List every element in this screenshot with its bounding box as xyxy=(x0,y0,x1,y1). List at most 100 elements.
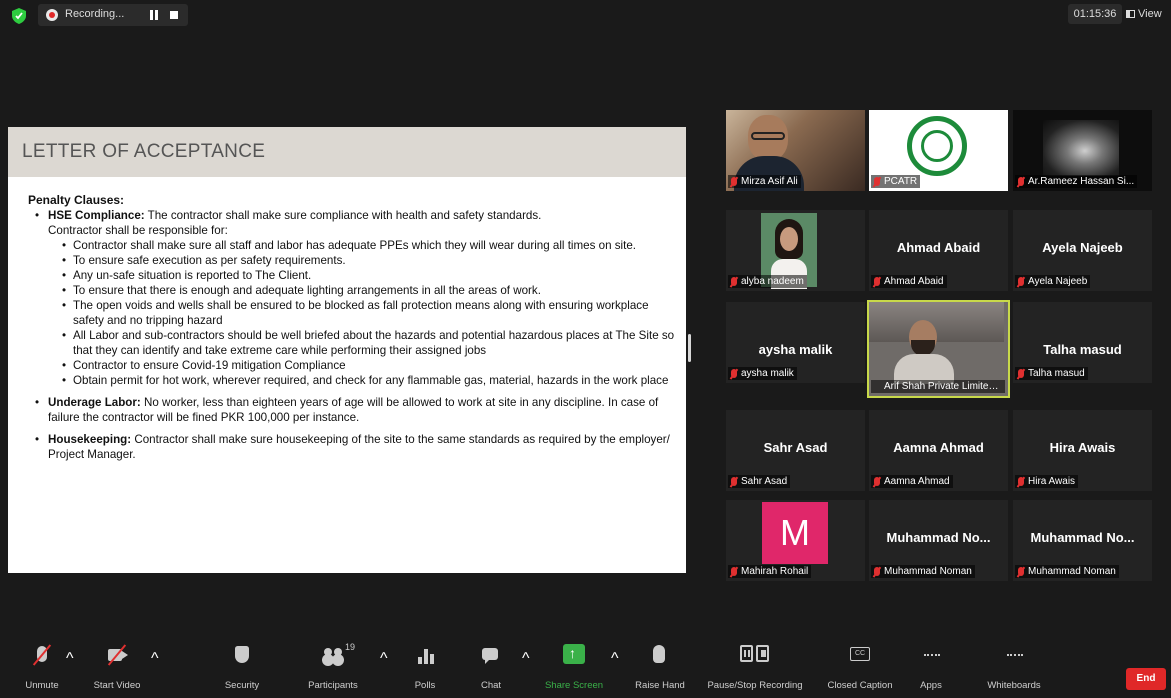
list-item: • All Labor and sub-contractors should be… xyxy=(62,329,675,357)
view-button[interactable]: View xyxy=(1126,4,1162,24)
mic-muted-icon xyxy=(731,177,737,186)
share-options-chevron-icon[interactable]: ^ xyxy=(611,650,619,668)
whiteboard-icon xyxy=(1007,654,1023,659)
stop-recording-icon[interactable] xyxy=(170,11,178,19)
slide-title: LETTER OF ACCEPTANCE xyxy=(22,141,266,162)
participant-tile[interactable]: Talha masud Talha masud xyxy=(1013,302,1152,383)
recording-indicator: Recording... xyxy=(38,4,188,26)
participant-name-label: Mahirah Rohail xyxy=(728,565,812,578)
list-item: • Obtain permit for hot work, wherever re… xyxy=(62,374,669,387)
participant-display-name: Muhammad No... xyxy=(886,530,991,545)
participant-tile[interactable]: Aamna Ahmad Aamna Ahmad xyxy=(869,410,1008,491)
view-label: View xyxy=(1138,8,1162,20)
list-item: • Contractor shall make sure all staff an… xyxy=(62,239,637,252)
participant-tile[interactable]: Ayela Najeeb Ayela Najeeb xyxy=(1013,210,1152,291)
pcatr-logo-icon xyxy=(907,116,967,176)
slide-body: Penalty Clauses: • HSE Compliance: The c… xyxy=(28,193,678,462)
mic-muted-icon xyxy=(874,177,880,186)
end-meeting-button[interactable]: End xyxy=(1126,668,1166,690)
mic-muted-icon xyxy=(1018,567,1024,576)
security-button[interactable]: Security xyxy=(220,644,264,691)
participant-display-name: Aamna Ahmad xyxy=(893,440,984,455)
participants-button[interactable]: 19 Participants xyxy=(302,642,364,691)
participant-display-name: Ayela Najeeb xyxy=(1042,240,1123,255)
pause-stop-recording-icon xyxy=(740,645,770,663)
participants-icon xyxy=(324,648,342,662)
meeting-toolbar: Unmute ^ Start Video ^ Security 19 Parti… xyxy=(0,634,1171,698)
participant-name-label: Hira Awais xyxy=(1015,475,1079,488)
participant-tile[interactable]: M Mahirah Rohail xyxy=(726,500,865,581)
participant-display-name: Ahmad Abaid xyxy=(896,240,981,255)
split-view-divider[interactable] xyxy=(688,334,691,362)
mic-muted-icon xyxy=(874,477,880,486)
clause-title: Underage Labor: xyxy=(48,396,141,409)
mic-muted-icon xyxy=(1018,369,1024,378)
clause-underage: • Underage Labor: No worker, less than e… xyxy=(35,396,659,424)
pause-recording-icon[interactable] xyxy=(150,10,160,20)
polls-button[interactable]: Polls xyxy=(408,644,442,691)
unmute-button[interactable]: Unmute xyxy=(22,644,62,691)
participant-name-label: Arif Shah Private Limited... xyxy=(871,380,1005,393)
mic-muted-icon xyxy=(874,277,880,286)
pause-stop-recording-button[interactable]: Pause/Stop Recording xyxy=(704,644,806,691)
video-options-chevron-icon[interactable]: ^ xyxy=(151,650,159,668)
participant-tile[interactable]: Hira Awais Hira Awais xyxy=(1013,410,1152,491)
participant-display-name: Hira Awais xyxy=(1049,440,1116,455)
participant-display-name: aysha malik xyxy=(758,342,833,357)
participant-name-label: Ahmad Abaid xyxy=(871,275,947,288)
participant-tile[interactable]: Muhammad No... Muhammad Noman xyxy=(869,500,1008,581)
apps-icon xyxy=(924,654,940,659)
participant-tile[interactable]: Mirza Asif Ali xyxy=(726,110,865,191)
mic-muted-icon xyxy=(731,369,737,378)
participant-name-label: Ayela Najeeb xyxy=(1015,275,1091,288)
list-item: • To ensure safe execution as per safety … xyxy=(62,254,346,267)
participant-avatar: M xyxy=(762,502,828,564)
view-layout-icon xyxy=(1126,10,1135,18)
participant-tile[interactable]: Muhammad No... Muhammad Noman xyxy=(1013,500,1152,581)
participant-name-label: Sahr Asad xyxy=(728,475,791,488)
share-screen-button[interactable]: Share Screen xyxy=(544,644,604,691)
participant-name-label: aysha malik xyxy=(728,367,797,380)
mic-muted-icon xyxy=(1018,277,1024,286)
recording-label: Recording... xyxy=(65,8,125,20)
closed-caption-icon: CC xyxy=(850,647,870,661)
participant-name-label: Aamna Ahmad xyxy=(871,475,953,488)
participant-tile[interactable]: Ahmad Abaid Ahmad Abaid xyxy=(869,210,1008,291)
chat-button[interactable]: Chat xyxy=(474,644,508,691)
closed-caption-button[interactable]: CC Closed Caption xyxy=(820,644,900,691)
list-item: • Any un-safe situation is reported to Th… xyxy=(62,269,312,282)
participants-options-chevron-icon[interactable]: ^ xyxy=(380,650,388,668)
meeting-timer: 01:15:36 xyxy=(1068,4,1122,24)
meeting-top-bar: Recording... 01:15:36 View xyxy=(0,0,1171,32)
participant-tile[interactable]: alyba nadeem xyxy=(726,210,865,291)
participant-name-label: Muhammad Noman xyxy=(1015,565,1119,578)
participant-name-label: Muhammad Noman xyxy=(871,565,975,578)
participant-tile[interactable]: PCATR xyxy=(869,110,1008,191)
clause-text: The contractor shall make sure complianc… xyxy=(144,209,542,222)
clause-housekeeping: • Housekeeping: Contractor shall make su… xyxy=(35,433,670,461)
clause-title: Housekeeping: xyxy=(48,433,132,446)
raise-hand-icon xyxy=(653,645,665,663)
participant-name-label: Talha masud xyxy=(1015,367,1088,380)
mic-muted-icon xyxy=(1018,177,1024,186)
participant-tile[interactable]: aysha malik aysha malik xyxy=(726,302,865,383)
participant-tile[interactable]: Sahr Asad Sahr Asad xyxy=(726,410,865,491)
apps-button[interactable]: Apps xyxy=(914,644,948,691)
participant-tile[interactable]: Ar.Rameez Hassan Si... xyxy=(1013,110,1152,191)
raise-hand-button[interactable]: Raise Hand xyxy=(634,644,686,691)
audio-options-chevron-icon[interactable]: ^ xyxy=(66,650,74,668)
mic-muted-icon xyxy=(1018,477,1024,486)
penalty-heading: Penalty Clauses: xyxy=(28,193,125,207)
clause-text-2: Contractor shall be responsible for: xyxy=(48,224,228,237)
slide-header: LETTER OF ACCEPTANCE xyxy=(8,127,686,177)
participant-display-name: Sahr Asad xyxy=(763,440,828,455)
participant-tile-active-speaker[interactable]: Arif Shah Private Limited... xyxy=(867,300,1010,398)
mic-muted-icon xyxy=(731,567,737,576)
encryption-shield-icon[interactable] xyxy=(12,8,26,24)
participant-name-label: PCATR xyxy=(871,175,921,188)
chat-options-chevron-icon[interactable]: ^ xyxy=(522,650,530,668)
whiteboards-button[interactable]: Whiteboards xyxy=(980,644,1048,691)
participant-display-name: Muhammad No... xyxy=(1030,530,1135,545)
start-video-button[interactable]: Start Video xyxy=(90,644,144,691)
list-item: • Contractor to ensure Covid-19 mitigatio… xyxy=(62,359,346,372)
